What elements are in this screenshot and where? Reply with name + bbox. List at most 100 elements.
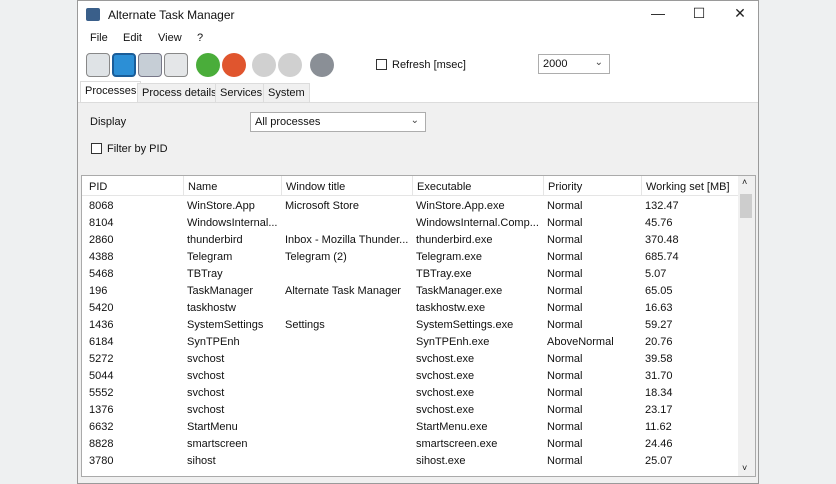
table-cell: SynTPEnh xyxy=(187,336,240,348)
scrollbar[interactable]: ˄ ˅ xyxy=(738,176,755,476)
table-cell: Telegram xyxy=(187,251,233,263)
table-row[interactable]: 1436 SystemSettings Settings SystemSettings… xyxy=(82,317,739,334)
table-cell: TaskManager xyxy=(187,285,254,297)
new-icon[interactable] xyxy=(86,53,110,77)
minimize-button[interactable]: — xyxy=(643,5,673,25)
stop-icon[interactable] xyxy=(278,53,302,77)
table-row[interactable]: 196 TaskManager Alternate Task Manager Task… xyxy=(82,283,739,300)
table-cell: svchost xyxy=(187,404,225,416)
table-cell: 11.62 xyxy=(645,421,672,433)
table-cell: Normal xyxy=(547,370,583,382)
table-cell: svchost.exe xyxy=(416,353,475,365)
app-window: Alternate Task Manager — ☐ ✕ File Edit V… xyxy=(77,0,759,484)
table-row[interactable]: 4388 Telegram Telegram (2) Telegram.exe Norm… xyxy=(82,249,739,266)
scroll-down-icon[interactable]: ˅ xyxy=(742,463,747,473)
scroll-up-icon[interactable]: ˄ xyxy=(742,177,747,187)
tab-system[interactable]: System xyxy=(263,83,310,102)
close-button[interactable]: ✕ xyxy=(725,5,755,25)
column-header[interactable]: Window title xyxy=(281,176,345,195)
table-row[interactable]: 3780 sihost sihost.exe Normal 25.07 xyxy=(82,453,739,470)
table-cell: 6184 xyxy=(89,336,114,348)
display-label: Display xyxy=(90,116,127,128)
table-cell: TBTray.exe xyxy=(416,268,472,280)
refresh-interval-select[interactable]: 2000 ⌄ xyxy=(538,54,610,74)
table-cell: TBTray xyxy=(187,268,223,280)
table-row[interactable]: 2860 thunderbird Inbox - Mozilla Thunder..… xyxy=(82,232,739,249)
table-cell: 65.05 xyxy=(645,285,673,297)
table-row[interactable]: 5420 taskhostw taskhostw.exe Normal 16.63 xyxy=(82,300,739,317)
save-icon[interactable] xyxy=(112,53,136,77)
tab-services[interactable]: Services xyxy=(215,83,268,102)
tab-processes[interactable]: Processes xyxy=(80,81,142,103)
copy-icon[interactable] xyxy=(164,53,188,77)
table-cell: 59.27 xyxy=(645,319,673,331)
display-value: All processes xyxy=(255,116,321,128)
maximize-button[interactable]: ☐ xyxy=(684,5,714,25)
table-cell: 5.07 xyxy=(645,268,667,280)
table-cell: taskhostw xyxy=(187,302,236,314)
table-row[interactable]: 8828 smartscreen smartscreen.exe Normal 24.4… xyxy=(82,436,739,453)
title-bar: Alternate Task Manager — ☐ ✕ xyxy=(78,1,758,29)
table-cell: sihost.exe xyxy=(416,455,466,467)
table-cell: Normal xyxy=(547,387,583,399)
table-cell: 5272 xyxy=(89,353,114,365)
table-cell: Settings xyxy=(285,319,325,331)
table-cell: Inbox - Mozilla Thunder... xyxy=(285,234,409,246)
table-cell: 1376 xyxy=(89,404,114,416)
table-cell: 370.48 xyxy=(645,234,679,246)
kill-icon[interactable] xyxy=(222,53,246,77)
table-cell: Normal xyxy=(547,353,583,365)
table-row[interactable]: 5044 svchost svchost.exe Normal 31.70 xyxy=(82,368,739,385)
table-cell: StartMenu xyxy=(187,421,238,433)
refresh-label: Refresh [msec] xyxy=(392,59,466,71)
table-cell: Telegram.exe xyxy=(416,251,483,263)
refresh-checkbox[interactable] xyxy=(376,59,387,70)
menu-view[interactable]: View xyxy=(158,32,182,44)
table-cell: SynTPEnh.exe xyxy=(416,336,490,348)
table-cell: 23.17 xyxy=(645,404,673,416)
table-cell: svchost xyxy=(187,370,225,382)
table-row[interactable]: 8104 WindowsInternal... WindowsInternal.Co… xyxy=(82,215,739,232)
table-row[interactable]: 5272 svchost svchost.exe Normal 39.58 xyxy=(82,351,739,368)
table-cell: 6632 xyxy=(89,421,114,433)
table-row[interactable]: 8068 WinStore.App Microsoft Store WinStore.… xyxy=(82,198,739,215)
table-row[interactable]: 5552 svchost svchost.exe Normal 18.34 xyxy=(82,385,739,402)
table-cell: TaskManager.exe xyxy=(416,285,503,297)
table-cell: WinStore.App xyxy=(187,200,255,212)
table-row[interactable]: 5468 TBTray TBTray.exe Normal 5.07 xyxy=(82,266,739,283)
tab-process-details[interactable]: Process details xyxy=(137,83,222,102)
table-row[interactable]: 1376 svchost svchost.exe Normal 23.17 xyxy=(82,402,739,419)
table-cell: StartMenu.exe xyxy=(416,421,488,433)
settings-icon[interactable] xyxy=(310,53,334,77)
table-cell: 5552 xyxy=(89,387,114,399)
refresh-icon[interactable] xyxy=(196,53,220,77)
table-cell: Normal xyxy=(547,268,583,280)
column-header[interactable]: Executable xyxy=(412,176,471,195)
table-cell: WindowsInternal.Comp... xyxy=(416,217,539,229)
filter-pid-checkbox[interactable] xyxy=(91,143,102,154)
table-cell: AboveNormal xyxy=(547,336,614,348)
column-header[interactable]: Working set [MB] xyxy=(641,176,730,195)
table-cell: sihost xyxy=(187,455,216,467)
print-icon[interactable] xyxy=(138,53,162,77)
table-cell: 8068 xyxy=(89,200,114,212)
table-cell: Normal xyxy=(547,302,583,314)
scrollbar-thumb[interactable] xyxy=(740,194,752,218)
table-row[interactable]: 6632 StartMenu StartMenu.exe Normal 11.62 xyxy=(82,419,739,436)
menu-edit[interactable]: Edit xyxy=(123,32,142,44)
menu-file[interactable]: File xyxy=(90,32,108,44)
table-row[interactable]: 6184 SynTPEnh SynTPEnh.exe AboveNormal 20.76 xyxy=(82,334,739,351)
menu-help[interactable]: ? xyxy=(197,32,203,44)
table-cell: Telegram (2) xyxy=(285,251,347,263)
column-header[interactable]: Name xyxy=(183,176,217,195)
filter-pid-label: Filter by PID xyxy=(107,143,168,155)
table-cell: 685.74 xyxy=(645,251,679,263)
table-cell: Normal xyxy=(547,251,583,263)
display-select[interactable]: All processes ⌄ xyxy=(250,112,426,132)
play-icon[interactable] xyxy=(252,53,276,77)
table-cell: SystemSettings.exe xyxy=(416,319,514,331)
table-cell: 25.07 xyxy=(645,455,673,467)
column-header[interactable]: Priority xyxy=(543,176,582,195)
column-header[interactable]: PID xyxy=(85,176,107,195)
table-cell: svchost xyxy=(187,353,225,365)
